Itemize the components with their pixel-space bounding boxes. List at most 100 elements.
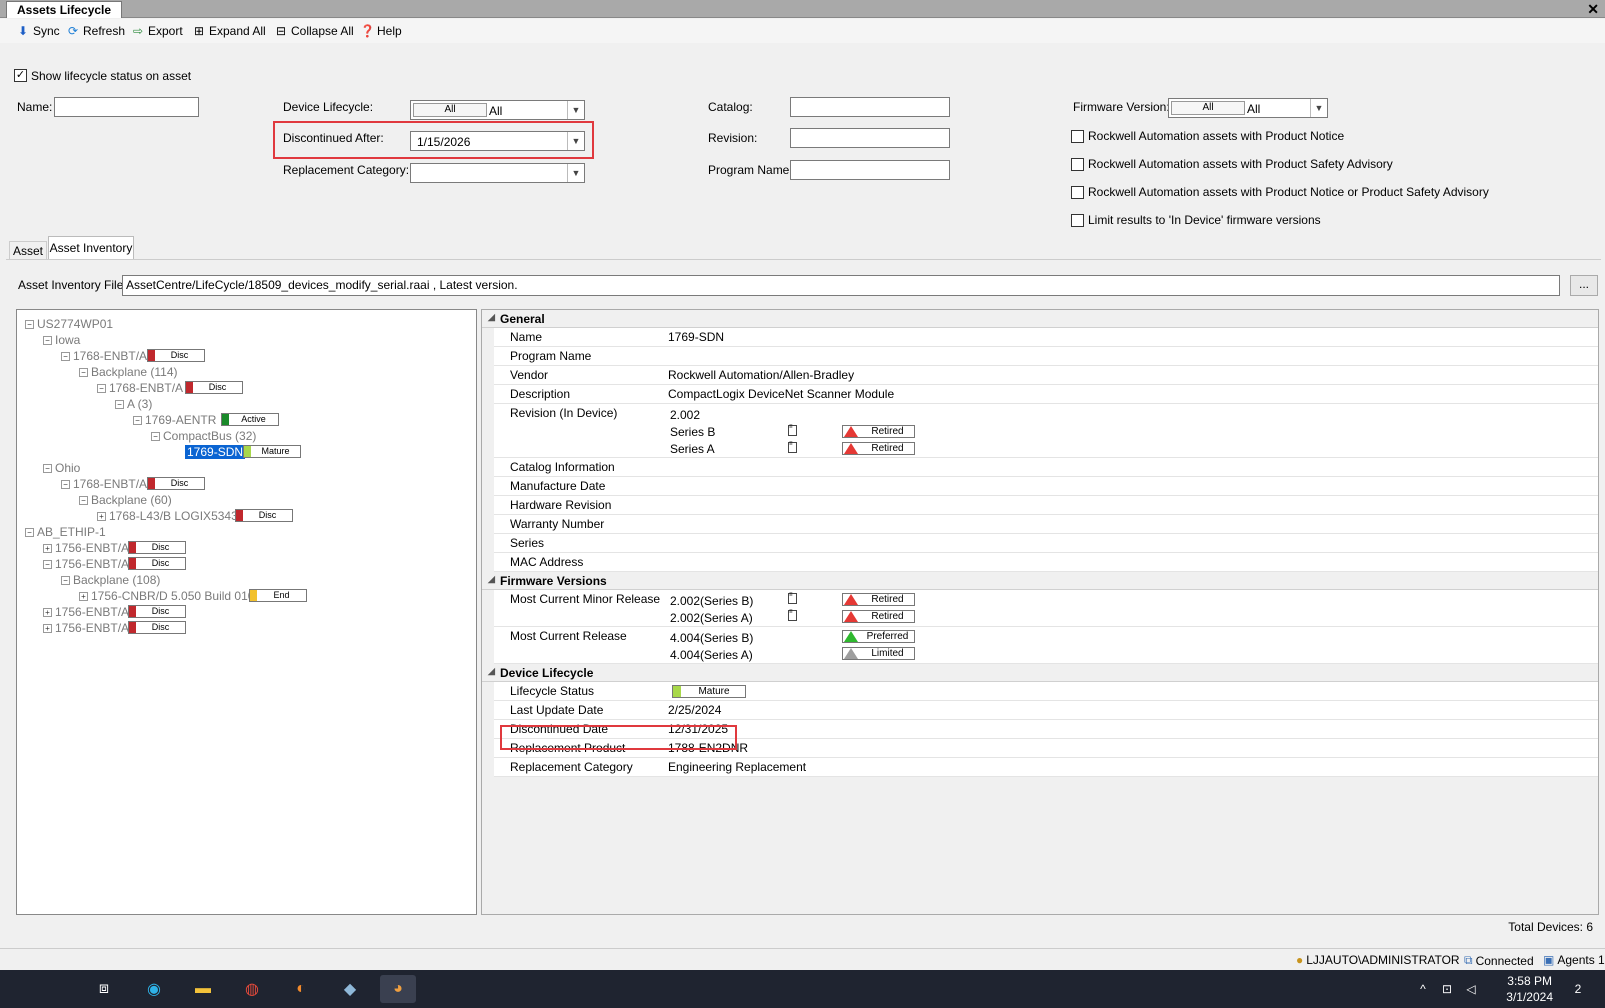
expand-icon[interactable]: + — [79, 591, 88, 601]
firmware-version-select[interactable]: All All ▼ — [1168, 98, 1328, 118]
prop-row-vendor[interactable]: Vendor Rockwell Automation/Allen-Bradley — [494, 366, 1598, 385]
tree-node[interactable]: −1756-ENBT/A — [43, 556, 129, 572]
inventory-file-input[interactable]: AssetCentre/LifeCycle/18509_devices_modi… — [122, 275, 1560, 296]
firefox-icon[interactable]: ◐ — [283, 975, 319, 1003]
chevron-up-icon[interactable]: ^ — [1412, 975, 1434, 1003]
expand-icon[interactable]: + — [97, 511, 106, 521]
tree-node[interactable]: − Ohio — [43, 460, 80, 476]
device-lifecycle-all-button[interactable]: All — [413, 103, 487, 117]
document-icon[interactable]: ≡ — [788, 424, 797, 436]
chevron-down-icon[interactable]: ▼ — [567, 164, 584, 182]
app-icon[interactable]: ◆ — [332, 975, 368, 1003]
prop-row-current-release[interactable]: Most Current Release 4.004(Series B) 4.0… — [494, 627, 1598, 664]
chrome-icon[interactable]: ◍ — [234, 975, 270, 1003]
tree-node[interactable]: −1768-ENBT/A — [61, 476, 147, 492]
firmware-all-button[interactable]: All — [1171, 101, 1245, 115]
chevron-down-icon[interactable]: ▼ — [1310, 99, 1327, 117]
tree-node[interactable]: − Backplane (108) — [61, 572, 160, 588]
document-icon[interactable]: ≡ — [788, 441, 797, 453]
browse-button[interactable]: ... — [1570, 275, 1598, 296]
tree-node[interactable]: − Backplane (60) — [79, 492, 172, 508]
collapse-icon[interactable]: − — [25, 319, 34, 329]
asset-tree[interactable]: − US2774WP01− Iowa −1768-ENBT/A Disc − Backpla… — [16, 309, 477, 915]
export-button[interactable]: ⇨ Export — [131, 22, 183, 40]
document-icon[interactable]: ≡ — [788, 609, 797, 621]
tree-node[interactable]: − CompactBus (32) — [151, 428, 256, 444]
collapse-icon[interactable]: − — [79, 367, 88, 377]
collapse-triangle-icon[interactable]: ◢ — [488, 312, 495, 323]
expand-icon[interactable]: + — [43, 543, 52, 553]
product-notice-checkbox[interactable] — [1071, 130, 1084, 143]
tree-node[interactable]: +1768-L43/B LOGIX5343 — [97, 508, 238, 524]
collapse-triangle-icon[interactable]: ◢ — [488, 574, 495, 585]
task-view-icon[interactable]: ⧈ — [86, 975, 122, 1003]
prop-row-lifecycle-status[interactable]: Lifecycle Status Mature — [494, 682, 1598, 701]
collapse-triangle-icon[interactable]: ◢ — [488, 666, 495, 677]
tree-node[interactable]: 1769-SDN — [185, 444, 246, 460]
prop-row-catalog-info[interactable]: Catalog Information — [494, 458, 1598, 477]
tree-node[interactable]: − AB_ETHIP-1 — [25, 524, 106, 540]
tree-node[interactable]: +1756-ENBT/A — [43, 604, 129, 620]
prop-row-last-update[interactable]: Last Update Date 2/25/2024 — [494, 701, 1598, 720]
expand-all-button[interactable]: ⊞ Expand All — [192, 22, 266, 40]
prop-row-name[interactable]: Name 1769-SDN — [494, 328, 1598, 347]
collapse-icon[interactable]: − — [43, 335, 52, 345]
tab-asset[interactable]: Asset — [9, 241, 47, 260]
prop-row-replacement-category[interactable]: Replacement Category Engineering Replace… — [494, 758, 1598, 777]
catalog-input[interactable] — [790, 97, 950, 117]
notice-or-advisory-checkbox[interactable] — [1071, 186, 1084, 199]
tree-node[interactable]: +1756-ENBT/A — [43, 620, 129, 636]
collapse-icon[interactable]: − — [79, 495, 88, 505]
tree-node[interactable]: −1768-ENBT/A — [61, 348, 147, 364]
tree-node[interactable]: −1769-AENTR — [133, 412, 216, 428]
tree-node[interactable]: − Iowa — [43, 332, 80, 348]
collapse-icon[interactable]: − — [61, 575, 70, 585]
collapse-icon[interactable]: − — [97, 383, 106, 393]
collapse-icon[interactable]: − — [61, 351, 70, 361]
document-icon[interactable]: ≡ — [788, 592, 797, 604]
safety-advisory-checkbox[interactable] — [1071, 158, 1084, 171]
help-button[interactable]: ❓ Help — [360, 22, 402, 40]
collapse-icon[interactable]: − — [25, 527, 34, 537]
assetcentre-icon[interactable]: ◕ — [380, 975, 416, 1003]
replacement-category-select[interactable]: ▼ — [410, 163, 585, 183]
tree-node[interactable]: − A (3) — [115, 396, 152, 412]
tree-node[interactable]: +1756-CNBR/D 5.050 Build 010 — [79, 588, 254, 604]
collapse-icon[interactable]: − — [115, 399, 124, 409]
volume-muted-icon[interactable]: ◁ — [1460, 975, 1482, 1003]
tree-node[interactable]: +1756-ENBT/A — [43, 540, 129, 556]
taskbar-clock[interactable]: 3:58 PM 3/1/2024 — [1506, 973, 1553, 1005]
prop-row-mac[interactable]: MAC Address — [494, 553, 1598, 572]
prop-row-description[interactable]: Description CompactLogix DeviceNet Scann… — [494, 385, 1598, 404]
network-tray-icon[interactable]: ⊡ — [1436, 975, 1458, 1003]
tab-asset-inventory[interactable]: Asset Inventory — [48, 236, 134, 260]
tree-node[interactable]: − US2774WP01 — [25, 316, 113, 332]
prop-row-minor-release[interactable]: Most Current Minor Release 2.002(Series … — [494, 590, 1598, 627]
sync-button[interactable]: ⬇ Sync — [16, 22, 60, 40]
show-status-checkbox[interactable]: ✓ — [14, 69, 27, 82]
chevron-down-icon[interactable]: ▼ — [567, 101, 584, 119]
limit-in-device-checkbox[interactable] — [1071, 214, 1084, 227]
tree-node[interactable]: − Backplane (114) — [79, 364, 178, 380]
expand-icon[interactable]: + — [43, 607, 52, 617]
close-button[interactable]: ✕ — [1587, 0, 1599, 18]
file-explorer-icon[interactable]: ▬ — [185, 975, 221, 1003]
collapse-icon[interactable]: − — [43, 463, 52, 473]
program-name-input[interactable] — [790, 160, 950, 180]
collapse-icon[interactable]: − — [133, 415, 142, 425]
prop-row-revision[interactable]: Revision (In Device) 2.002 Series B Seri… — [494, 404, 1598, 458]
app-tab[interactable]: Assets Lifecycle — [6, 1, 123, 18]
section-device-lifecycle[interactable]: ◢ Device Lifecycle — [482, 664, 1598, 682]
collapse-icon[interactable]: − — [61, 479, 70, 489]
prop-row-manufacture-date[interactable]: Manufacture Date — [494, 477, 1598, 496]
device-lifecycle-select[interactable]: All All ▼ — [410, 100, 585, 120]
refresh-button[interactable]: ⟳ Refresh — [66, 22, 125, 40]
prop-row-hardware-revision[interactable]: Hardware Revision — [494, 496, 1598, 515]
edge-icon[interactable]: ◉ — [136, 975, 172, 1003]
name-input[interactable] — [54, 97, 199, 117]
collapse-all-button[interactable]: ⊟ Collapse All — [274, 22, 354, 40]
section-firmware[interactable]: ◢ Firmware Versions — [482, 572, 1598, 590]
tree-node[interactable]: −1768-ENBT/A — [97, 380, 183, 396]
prop-row-warranty[interactable]: Warranty Number — [494, 515, 1598, 534]
prop-row-series[interactable]: Series — [494, 534, 1598, 553]
